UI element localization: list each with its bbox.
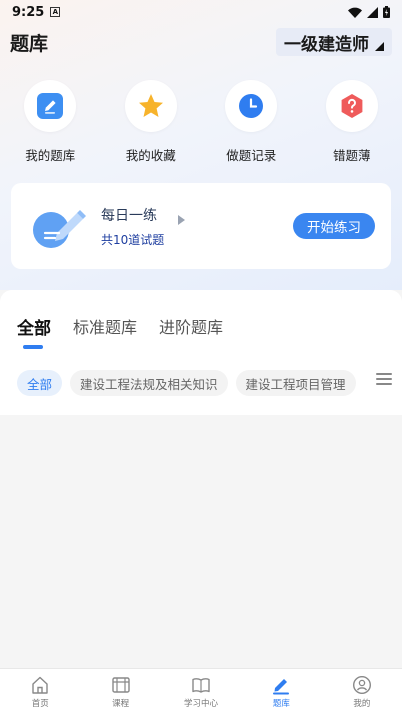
- quick-label: 做题记录: [226, 148, 277, 163]
- daily-practice-card: 每日一练 共10道试题 开始练习: [11, 183, 391, 269]
- bank-tabs: 全部 标准题库 进阶题库: [17, 314, 223, 349]
- bottom-tab-bar: 首页 课程 学习中心 题库 我的: [0, 668, 402, 714]
- tabbar-label: 我的: [353, 699, 371, 709]
- tabbar-courses[interactable]: 课程: [80, 669, 160, 714]
- notification-icon: A: [50, 7, 61, 17]
- tab-advanced[interactable]: 进阶题库: [159, 314, 223, 339]
- user-icon: [352, 675, 371, 695]
- quick-icon-circle: [124, 80, 177, 132]
- quick-practice-history[interactable]: 做题记录: [201, 80, 302, 170]
- edit-icon: [273, 679, 290, 695]
- star-icon: [138, 94, 163, 117]
- status-bar: 9:25 A: [0, 0, 402, 24]
- tabbar-question-bank[interactable]: 题库: [241, 669, 321, 714]
- chip-project-management[interactable]: 建设工程项目管理: [235, 370, 356, 396]
- tabbar-learning-center[interactable]: 学习中心: [161, 669, 241, 714]
- dropdown-corner-icon: [375, 41, 384, 51]
- page-title: 题库: [10, 32, 49, 55]
- pencil-icon: [37, 93, 64, 119]
- tab-all[interactable]: 全部: [17, 314, 51, 349]
- app-header: 题库 一级建造师: [0, 26, 402, 58]
- daily-question-count: 共10道试题: [101, 232, 165, 247]
- daily-practice-icon: [33, 210, 86, 248]
- quick-icon-circle: [225, 80, 278, 132]
- clock-icon: [239, 94, 264, 118]
- question-bank-panel: 全部 标准题库 进阶题库 全部 建设工程法规及相关知识 建设工程项目管理: [0, 290, 402, 415]
- video-icon: [111, 677, 130, 693]
- exam-level-select[interactable]: 一级建造师: [276, 28, 392, 56]
- menu-list-icon[interactable]: [376, 372, 392, 386]
- tabbar-profile[interactable]: 我的: [322, 669, 402, 714]
- quick-label: 我的收藏: [125, 148, 176, 163]
- signal-icon: [367, 6, 378, 18]
- quick-wrong-questions[interactable]: 错题薄: [302, 80, 402, 170]
- quick-label: 错题薄: [332, 148, 371, 163]
- tab-standard[interactable]: 标准题库: [73, 314, 137, 339]
- quick-label: 我的题库: [25, 148, 76, 163]
- wifi-icon: [348, 7, 362, 18]
- quick-icon-circle: [24, 80, 77, 132]
- quick-icon-circle: [325, 80, 378, 132]
- tabbar-label: 课程: [112, 699, 130, 709]
- tabbar-label: 题库: [272, 699, 290, 709]
- book-icon: [192, 678, 210, 693]
- daily-title: 每日一练: [101, 207, 157, 224]
- play-arrow-icon: [178, 215, 186, 225]
- tabbar-label: 首页: [31, 699, 49, 709]
- question-icon: [341, 94, 363, 118]
- start-practice-button[interactable]: 开始练习: [293, 213, 375, 239]
- quick-my-favorites[interactable]: 我的收藏: [101, 80, 202, 170]
- home-icon: [32, 676, 48, 694]
- tabbar-label: 学习中心: [184, 699, 219, 709]
- subject-chips: 全部 建设工程法规及相关知识 建设工程项目管理: [17, 370, 377, 396]
- battery-icon: [383, 6, 390, 18]
- exam-level-label: 一级建造师: [284, 34, 369, 55]
- chip-all[interactable]: 全部: [17, 370, 63, 396]
- quick-my-questions[interactable]: 我的题库: [0, 80, 101, 170]
- chip-regulations[interactable]: 建设工程法规及相关知识: [70, 370, 228, 396]
- quick-actions: 我的题库 我的收藏 做题记录 错题薄: [0, 80, 402, 170]
- status-time: 9:25: [12, 4, 45, 20]
- tabbar-home[interactable]: 首页: [0, 669, 80, 714]
